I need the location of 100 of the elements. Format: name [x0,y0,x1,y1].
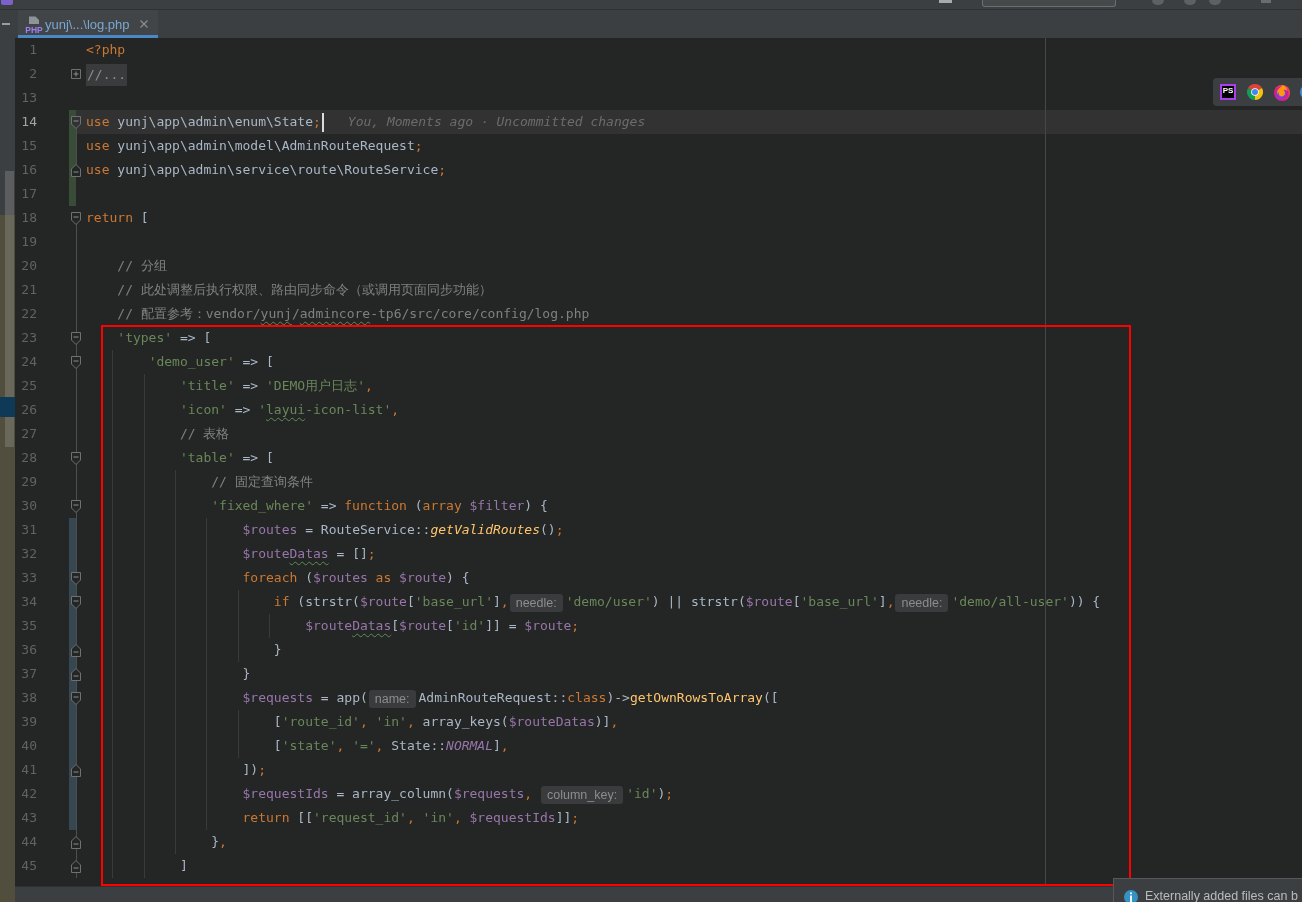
notification-text: Externally added files can b [1145,890,1298,902]
line-number: 13 [21,90,37,106]
line-number: 34 [21,594,37,610]
folded-code[interactable]: //... [86,63,128,86]
code-text: $route [305,618,353,633]
fold-icon[interactable] [71,763,81,777]
code-text: AdminRouteRequest::class)->getOwnRowsToArray([ [418,690,779,705]
line-number: 23 [21,330,37,346]
line-number: 18 [21,210,37,226]
parameter-hint: name: [368,689,416,708]
unfold-icon[interactable] [71,69,81,79]
code-text: 'fixed_where' => function (array $filter) { [211,498,548,513]
code-text: 'demo/all-user')) { [951,594,1101,609]
blame-annotation: You, Moments ago · Uncommitted changes [347,114,646,129]
line-number: 32 [21,546,37,562]
line-number: 37 [21,666,37,682]
code-text: if (strstr($route['base_url'], [273,594,509,609]
change-marker[interactable] [69,518,76,830]
fold-icon[interactable] [71,451,81,465]
line-number: 36 [21,642,37,658]
fold-icon[interactable] [71,595,81,609]
code-text: yunj [260,306,292,321]
line-number: 41 [21,762,37,778]
fold-icon[interactable] [71,859,81,873]
parameter-hint: needle: [509,593,563,612]
code-text: return [['request_id', 'in', $requestIds]]; [242,810,580,825]
close-icon[interactable] [140,20,148,28]
line-number: 38 [21,690,37,706]
line-number: 43 [21,810,37,826]
code-text: 'title' => 'DEMO用户日志', [179,378,373,393]
line-number: 22 [21,306,37,322]
line-number: 20 [21,258,37,274]
line-number: 21 [21,282,37,298]
fold-icon[interactable] [71,667,81,681]
code-text: ['state', '=', State::NORMAL], [273,738,509,753]
fold-icon[interactable] [71,115,81,129]
round-icon[interactable] [1209,0,1221,5]
code-text: // 配置参考：vendor/ [117,306,261,321]
code-text: $requests = app( [242,690,368,705]
line-number: 17 [21,186,37,202]
line-number: 25 [21,378,37,394]
line-number: 30 [21,498,37,514]
code-text: $route [242,546,290,561]
round-icon[interactable] [1184,0,1196,5]
fold-icon[interactable] [71,163,81,177]
code-text: use yunj\app\admin\model\AdminRouteRequest; [86,138,423,153]
line-number: 27 [21,426,37,442]
fold-icon[interactable] [71,355,81,369]
info-icon [1124,890,1138,902]
code-text: [$route['id']] = $route; [391,618,580,633]
code-text: 'types' => [ [117,330,212,345]
line-number: 42 [21,786,37,802]
line-number: 44 [21,834,37,850]
fold-icon[interactable] [71,691,81,705]
logo-button[interactable]: PS [1220,84,1236,100]
code-text: -tp6/src/core/config/log.php [370,306,590,321]
code-text: $requestIds = array_column($requests, [242,786,534,801]
parameter-hint: needle: [895,593,949,612]
fold-icon[interactable] [71,211,81,225]
fold-icon[interactable] [71,571,81,585]
line-number: 2 [29,66,37,82]
code-text: }, [211,834,227,849]
code-text: // 固定查询条件 [211,474,313,489]
line-number: 35 [21,618,37,634]
fold-icon[interactable] [71,835,81,849]
code-text: / [291,306,300,321]
code-text: ] [179,858,188,873]
line-number: 24 [21,354,37,370]
code-text: return [ [86,210,149,225]
line-number: 16 [21,162,37,178]
code-text: } [242,666,251,681]
line-number: 19 [21,234,37,250]
flame-globe-icon[interactable] [1274,83,1290,101]
code-text: 'table' => [ [179,450,274,465]
configuration-dropdown[interactable] [982,0,1116,7]
code-text: 'id'); [626,786,674,801]
line-number: 1 [29,42,37,58]
fold-icon[interactable] [71,499,81,513]
round-icon[interactable] [1152,0,1164,5]
code-text: 'icon' => ' [179,402,267,417]
line-number: 28 [21,450,37,466]
fold-icon[interactable] [71,331,81,345]
line-number: 31 [21,522,37,538]
text-cursor [321,113,324,132]
code-text: $routes = RouteService::getValidRoutes(); [242,522,564,537]
scrollbar-thumb[interactable] [5,171,14,447]
ring-logo-icon[interactable] [1247,84,1263,100]
code-text: Datas [352,618,392,633]
code-text: 'demo_user' => [ [148,354,274,369]
code-text: // 分组 [117,258,167,273]
code-text: admincore [299,306,371,321]
parameter-hint: column_key: [541,785,624,804]
code-text: } [273,642,282,657]
line-number: 39 [21,714,37,730]
code-text: use yunj\app\admin\service\route\RouteService; [86,162,447,177]
fold-icon[interactable] [71,643,81,657]
line-number: 15 [21,138,37,154]
code-text: // 表格 [179,426,230,441]
change-marker[interactable] [69,110,76,206]
line-number: 45 [21,858,37,874]
